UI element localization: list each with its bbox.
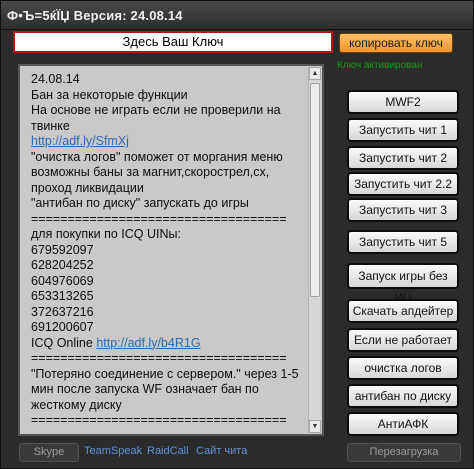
title-bar[interactable]: Ф•Ъ=5ќЇЏ Версия: 24.08.14: [1, 1, 473, 30]
clear-logs-button[interactable]: очистка логов: [347, 356, 459, 380]
skype-button[interactable]: Skype: [19, 443, 79, 462]
site-link[interactable]: Сайт чита: [196, 445, 247, 457]
log-line-text: 691200607: [31, 320, 94, 334]
scroll-up-arrow-icon[interactable]: ▲: [309, 67, 321, 80]
log-inline-link[interactable]: http://adf.ly/b4R1G: [96, 336, 200, 350]
log-line: Бан за некоторые функции: [31, 88, 311, 104]
log-panel[interactable]: 24.08.14 Бан за некоторые функции На основ…: [18, 64, 324, 436]
log-line: жесткому диску: [31, 398, 311, 414]
log-line: На основе не играть если не проверили на: [31, 103, 311, 119]
download-updater-button[interactable]: Скачать апдейтер: [347, 299, 459, 323]
log-line-text: "антибан по диску" запускать до игры: [31, 196, 249, 210]
teamspeak-link[interactable]: TeamSpeak: [84, 445, 142, 457]
log-line-text: На основе не играть если не проверили на: [31, 103, 281, 117]
log-line-text: ===================================: [31, 211, 287, 226]
cheat3-button[interactable]: Запустить чит 3: [347, 198, 459, 222]
log-line: ===================================: [31, 212, 311, 228]
key-status-label: Ключ активирован: [337, 60, 423, 71]
log-line-text: для покупки по ICQ UINы:: [31, 227, 181, 241]
log-line-text: мин после запуска WF означает бан по: [31, 382, 259, 396]
cheat2-button[interactable]: Запустить чит 2: [347, 146, 459, 170]
antiban-disk-button[interactable]: антибан по диску: [347, 384, 459, 408]
log-line-text: ===================================: [31, 351, 287, 365]
log-line-text: проход ликвидации: [31, 180, 144, 195]
log-line-text: ICQ Online: [31, 335, 97, 350]
log-line-text: Бан за некоторые функции: [31, 87, 188, 102]
raidcall-link[interactable]: RaidCall: [147, 445, 189, 457]
launch-no-ic-button[interactable]: Запуск игры без ИЦ: [347, 263, 459, 305]
log-line: мин после запуска WF означает бан по: [31, 382, 311, 398]
log-line: 628204252: [31, 258, 311, 274]
scroll-thumb[interactable]: [310, 83, 320, 297]
log-line-text: жесткому диску: [31, 397, 122, 412]
log-line-text: 24.08.14: [31, 72, 80, 86]
log-line: возможны баны за магнит,скорострел,сх,: [31, 165, 311, 181]
log-line: "антибан по диску" запускать до игры: [31, 196, 311, 212]
log-text-area[interactable]: 24.08.14 Бан за некоторые функции На основ…: [31, 72, 311, 432]
log-line: ===================================: [31, 351, 311, 367]
log-line-text: 604976069: [31, 273, 94, 288]
log-line-text: возможны баны за магнит,скорострел,сх,: [31, 165, 270, 179]
log-line-text: ===================================: [31, 413, 287, 427]
log-line: твинке: [31, 119, 311, 135]
log-line-text: "очистка логов" поможет от моргания меню: [31, 149, 283, 164]
log-line: ===================================: [31, 413, 311, 429]
cheat5-button[interactable]: Запустить чит 5: [347, 230, 459, 254]
log-line: 691200607: [31, 320, 311, 336]
log-line: проход ликвидации: [31, 181, 311, 197]
log-line: 24.08.14: [31, 72, 311, 88]
reload-button[interactable]: Перезагрузка: [347, 443, 461, 462]
log-line: 372637216: [31, 305, 311, 321]
log-scrollbar[interactable]: ▲ ▼: [308, 67, 321, 433]
log-line: 604976069: [31, 274, 311, 290]
copy-key-button[interactable]: копировать ключ: [339, 33, 453, 53]
log-line-text: "Потеряно соединение с сервером." через …: [31, 366, 299, 381]
log-line: "Потеряно соединение с сервером." через …: [31, 367, 311, 383]
log-line-text: 372637216: [31, 304, 94, 319]
log-line: "очистка логов" поможет от моргания меню: [31, 150, 311, 166]
key-input[interactable]: Здесь Ваш Ключ: [13, 31, 333, 53]
main-window: Ф•Ъ=5ќЇЏ Версия: 24.08.14 Здесь Ваш Ключ…: [0, 0, 474, 469]
log-line-text[interactable]: http://adf.ly/SfmXj: [31, 134, 129, 148]
log-line: 679592097: [31, 243, 311, 259]
log-line-text: 653313265: [31, 289, 94, 303]
log-link[interactable]: http://adf.ly/SfmXj: [31, 134, 311, 150]
log-line: 653313265: [31, 289, 311, 305]
log-line-text: 628204252: [31, 258, 94, 272]
window-title: Ф•Ъ=5ќЇЏ Версия: 24.08.14: [7, 8, 183, 23]
cheat1-button[interactable]: Запустить чит 1: [347, 118, 459, 142]
cheat22-button[interactable]: Запустить чит 2.2: [347, 172, 459, 196]
mwf2-button[interactable]: MWF2: [347, 90, 459, 114]
log-line: для покупки по ICQ UINы:: [31, 227, 311, 243]
scroll-down-arrow-icon[interactable]: ▼: [309, 420, 321, 433]
log-line-text: твинке: [31, 118, 70, 133]
if-not-working-button[interactable]: Если не работает: [347, 328, 459, 352]
footer-bar: Skype TeamSpeak RaidCall Сайт чита Перез…: [13, 442, 463, 464]
log-line-text: 679592097: [31, 242, 94, 257]
log-line: ICQ Online http://adf.ly/b4R1G: [31, 336, 311, 352]
antiafk-button[interactable]: АнтиАФК: [347, 412, 459, 436]
